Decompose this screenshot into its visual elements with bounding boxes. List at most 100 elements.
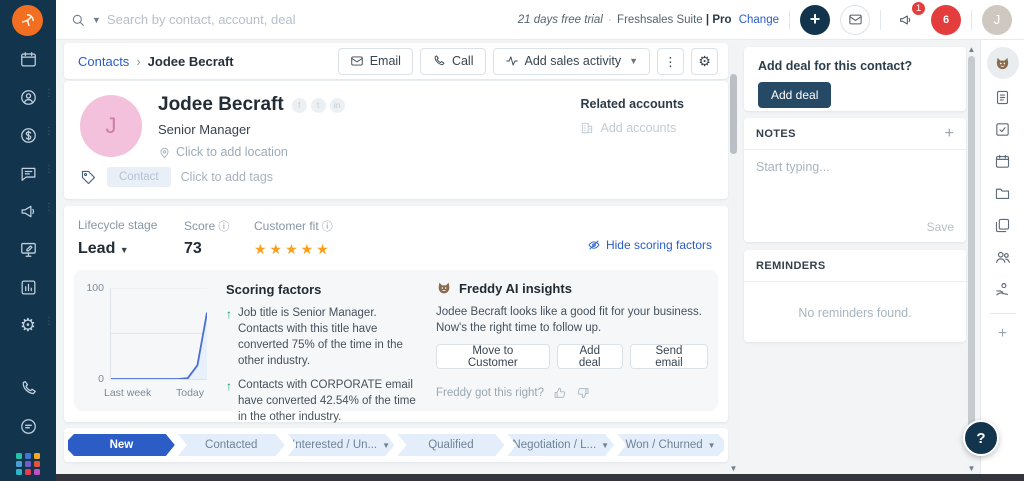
facebook-icon[interactable]: f	[292, 98, 307, 113]
pipeline-stage-won-churned[interactable]: Won / Churned▼	[617, 434, 724, 456]
add-note-button[interactable]: +	[945, 125, 954, 143]
notifications-button[interactable]: 6	[931, 5, 961, 35]
call-button[interactable]: Call	[420, 48, 486, 75]
sidebar-item-conversations[interactable]: ⋮	[8, 160, 48, 186]
sidebar-item-settings[interactable]: ⚙ ⋮	[8, 312, 48, 338]
sidebar-item-notes[interactable]	[987, 81, 1019, 113]
quick-add-button[interactable]: +	[800, 5, 830, 35]
info-icon[interactable]: ⓘ	[322, 221, 333, 233]
app-switcher-button[interactable]	[8, 451, 48, 477]
pipeline-stage-qualified[interactable]: Qualified	[397, 434, 504, 456]
pipeline-stage-new[interactable]: New	[68, 434, 175, 456]
add-location-field[interactable]: Click to add location	[158, 145, 712, 159]
more-dots-icon[interactable]: ⋮	[44, 127, 54, 137]
contact-avatar[interactable]: J	[80, 95, 142, 157]
global-search: ▼	[70, 12, 407, 28]
sidebar-item-meetings[interactable]	[987, 145, 1019, 177]
pipeline-stage-contacted[interactable]: Contacted	[178, 434, 285, 456]
breadcrumb-chevron-icon: ›	[136, 54, 140, 69]
panel-scrollbar-thumb[interactable]	[968, 56, 975, 446]
freshworks-logo-icon[interactable]	[12, 5, 43, 36]
thumbs-down-icon[interactable]	[576, 386, 590, 400]
more-dots-icon[interactable]: ⋮	[44, 203, 54, 213]
freddy-feedback: Freddy got this right?	[436, 386, 590, 400]
thumbs-up-icon[interactable]	[553, 386, 567, 400]
twitter-icon[interactable]: t	[311, 98, 326, 113]
sidebar-item-campaigns[interactable]: ⋮	[8, 198, 48, 224]
scroll-up-icon[interactable]: ▲	[967, 45, 976, 54]
plus-icon: +	[810, 9, 821, 30]
more-dots-icon[interactable]: ⋮	[44, 165, 54, 175]
change-plan-link[interactable]: Change	[739, 14, 779, 26]
send-email-suggestion-button[interactable]: Send email	[630, 344, 708, 369]
add-accounts-button[interactable]: Add accounts	[580, 121, 684, 135]
search-scope-dropdown-icon[interactable]: ▼	[92, 15, 101, 25]
phone-dialer-button[interactable]	[8, 375, 48, 401]
email-button[interactable]: Email	[338, 48, 413, 75]
sidebar-item-tasks[interactable]	[987, 113, 1019, 145]
search-input[interactable]	[107, 12, 407, 27]
arrow-up-icon: ↑	[226, 306, 232, 369]
layout-settings-button[interactable]: ⚙	[691, 48, 718, 75]
add-deal-prompt: Add deal for this contact?	[758, 59, 952, 73]
plan-divider: |	[706, 14, 709, 26]
task-check-icon	[994, 121, 1011, 138]
main-scrollbar-thumb[interactable]	[730, 74, 737, 154]
freddy-dog-icon	[436, 280, 452, 296]
add-sales-activity-label: Add sales activity	[525, 54, 622, 68]
app-window: ⋮ ⋮ ⋮ ⋮ ⚙ ⋮	[0, 0, 1024, 481]
breadcrumb-contacts-link[interactable]: Contacts	[78, 54, 129, 69]
sidebar-item-analytics[interactable]	[8, 274, 48, 300]
notes-input[interactable]	[744, 150, 966, 212]
x-axis-tick-today: Today	[176, 387, 204, 399]
chat-support-button[interactable]	[8, 413, 48, 439]
sidebar-item-web-activity[interactable]	[8, 236, 48, 262]
sidebar-item-freddy[interactable]	[987, 47, 1019, 79]
linkedin-icon[interactable]: in	[330, 98, 345, 113]
add-panel-app-button[interactable]: +	[987, 318, 1019, 350]
lifecycle-stage-dropdown[interactable]: Lead ▼	[78, 240, 184, 258]
hand-coin-icon	[994, 281, 1011, 298]
info-icon[interactable]: ⓘ	[218, 221, 229, 233]
hide-scoring-factors-link[interactable]: Hide scoring factors	[587, 238, 712, 252]
panel-scrollbar[interactable]: ▲ ▼	[967, 44, 976, 474]
stage-label: Won / Churned	[626, 439, 703, 451]
freddy-dog-icon	[994, 55, 1011, 72]
more-dots-icon[interactable]: ⋮	[44, 89, 54, 99]
add-sales-activity-button[interactable]: Add sales activity ▼	[493, 48, 651, 75]
trial-days-text: 21 days free trial	[518, 14, 603, 26]
user-avatar[interactable]: J	[982, 5, 1012, 35]
main-scrollbar[interactable]: ▼	[729, 44, 738, 474]
monitor-edit-icon	[19, 240, 38, 259]
sidebar-item-dashboard[interactable]	[8, 46, 48, 72]
pipeline-stage-interested[interactable]: Interested / Un...▼	[288, 434, 395, 456]
sidebar-item-files[interactable]	[987, 177, 1019, 209]
scroll-down-icon[interactable]: ▼	[967, 464, 976, 473]
sidebar-item-duplicates[interactable]	[987, 209, 1019, 241]
move-to-customer-button[interactable]: Move to Customer	[436, 344, 550, 369]
add-deal-suggestion-button[interactable]: Add deal	[557, 344, 623, 369]
pulse-icon	[505, 54, 519, 68]
chat-icon	[19, 164, 38, 183]
email-inbox-button[interactable]	[840, 5, 870, 35]
scroll-down-icon[interactable]: ▼	[729, 464, 738, 473]
tags-row: Contact Click to add tags	[80, 167, 273, 187]
sidebar-item-deals[interactable]: ⋮	[8, 122, 48, 148]
help-button[interactable]: ?	[963, 420, 999, 456]
sidebar-item-related-contacts[interactable]	[987, 241, 1019, 273]
left-nav: ⋮ ⋮ ⋮ ⋮ ⚙ ⋮	[0, 46, 56, 338]
tag-chip[interactable]: Contact	[107, 167, 171, 187]
megaphone-icon	[19, 202, 38, 221]
whats-new-button[interactable]: 1	[891, 5, 921, 35]
add-tags-field[interactable]: Click to add tags	[181, 170, 273, 184]
sidebar-item-engagement[interactable]	[987, 273, 1019, 305]
more-dots-icon[interactable]: ⋮	[44, 317, 54, 327]
sidebar-item-contacts[interactable]: ⋮	[8, 84, 48, 110]
pipeline-stage-negotiation[interactable]: Negotiation / L...▼	[507, 434, 614, 456]
chevron-down-icon: ▼	[120, 245, 129, 255]
add-deal-button[interactable]: Add deal	[758, 82, 831, 108]
search-icon[interactable]	[70, 12, 86, 28]
notes-save-button[interactable]: Save	[927, 220, 954, 234]
notifications-count: 6	[943, 14, 949, 26]
more-actions-button[interactable]: ⋮	[657, 48, 684, 75]
